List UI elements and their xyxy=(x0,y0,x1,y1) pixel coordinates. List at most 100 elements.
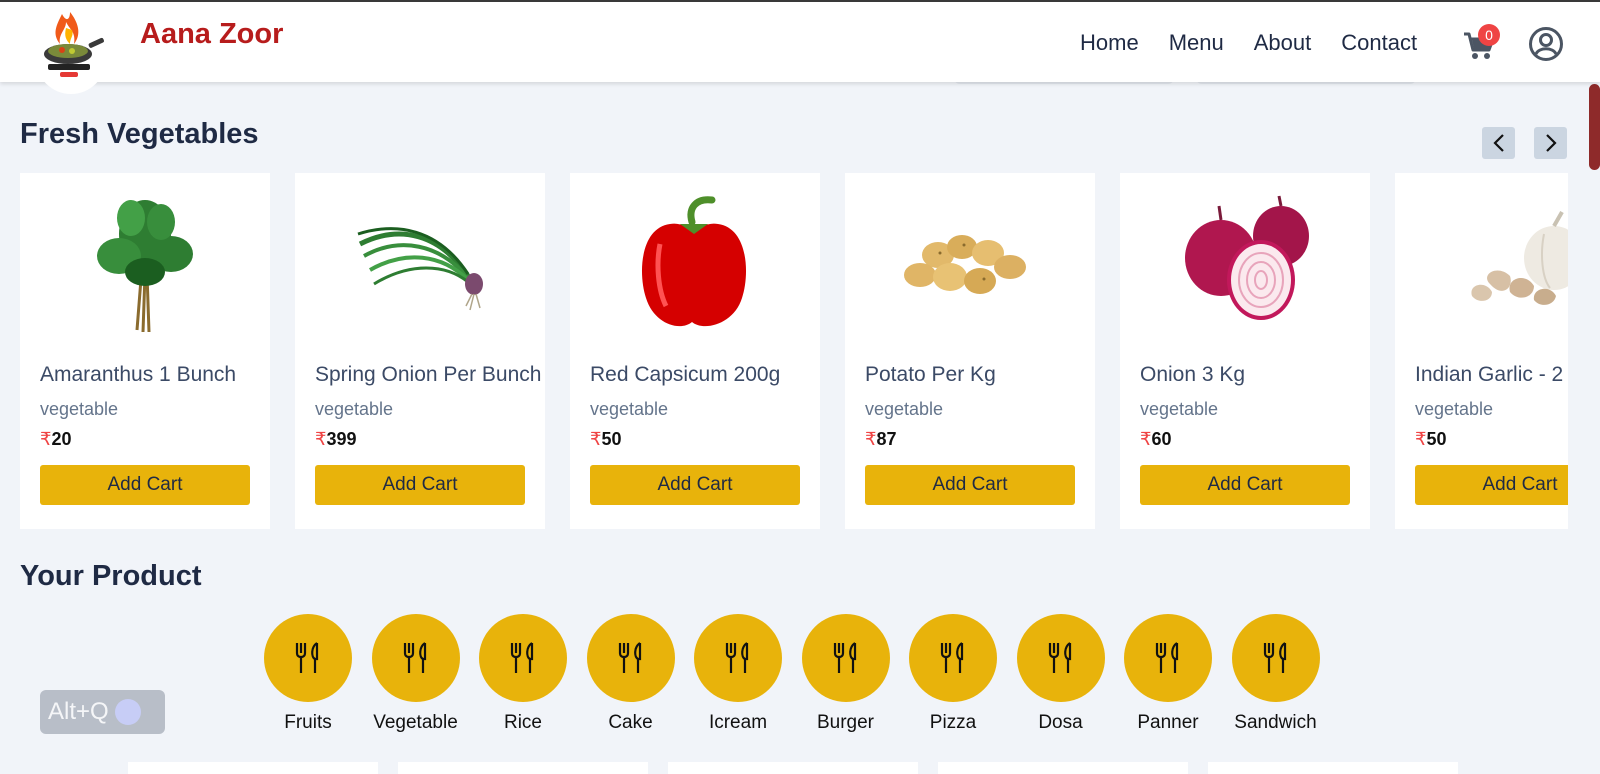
category-item[interactable]: Icream xyxy=(693,614,783,734)
add-cart-button[interactable]: Add Cart xyxy=(1140,465,1350,505)
category-circle[interactable] xyxy=(801,614,890,702)
price-value: 20 xyxy=(51,429,72,449)
category-circle[interactable] xyxy=(479,614,567,702)
product-name: Onion 3 Kg xyxy=(1140,363,1246,386)
user-icon xyxy=(1529,27,1563,61)
product-category: vegetable xyxy=(1415,399,1494,419)
fork-knife-icon xyxy=(1155,642,1179,673)
logo-icon xyxy=(44,12,104,77)
price-value: 60 xyxy=(1151,429,1172,449)
logo[interactable] xyxy=(36,4,106,94)
product-price: ₹60 xyxy=(1140,429,1171,450)
nav-contact[interactable]: Contact xyxy=(1341,30,1417,56)
product-price: ₹20 xyxy=(40,429,71,450)
category-circle[interactable] xyxy=(1231,614,1320,702)
scrollbar-thumb[interactable] xyxy=(1589,84,1600,170)
category-item[interactable]: Sandwich xyxy=(1231,614,1321,734)
product-card-partial xyxy=(1208,762,1458,774)
shortcut-hint[interactable]: Alt+Q xyxy=(40,690,165,734)
add-cart-button[interactable]: Add Cart xyxy=(865,465,1075,505)
currency-symbol: ₹ xyxy=(865,429,877,449)
category-circle[interactable] xyxy=(909,614,997,702)
category-label: Vegetable xyxy=(373,712,458,733)
product-card[interactable]: Spring Onion Per Bunch vegetable ₹399 Ad… xyxy=(295,173,545,529)
garlic-image xyxy=(1471,210,1568,305)
chevron-left-icon xyxy=(1492,134,1504,152)
fork-knife-icon xyxy=(403,642,426,673)
product-category: vegetable xyxy=(590,399,669,419)
category-item[interactable]: Vegetable xyxy=(371,614,461,734)
user-account-button[interactable] xyxy=(1528,26,1564,62)
fork-knife-icon xyxy=(510,642,534,673)
product-category: vegetable xyxy=(315,399,394,419)
product-image xyxy=(1120,191,1370,336)
fork-knife-icon xyxy=(833,642,856,673)
category-label: Rice xyxy=(503,712,542,733)
product-price: ₹50 xyxy=(1415,429,1446,450)
product-card-partial xyxy=(938,762,1188,774)
fork-knife-icon xyxy=(1048,642,1071,673)
scrollbar-track[interactable] xyxy=(1588,82,1600,774)
price-value: 50 xyxy=(1426,429,1447,449)
product-price: ₹50 xyxy=(590,429,621,450)
category-label: Icream xyxy=(708,712,768,733)
product-name: Amaranthus 1 Bunch xyxy=(40,363,237,386)
category-circle[interactable] xyxy=(1016,614,1105,702)
category-label: Pizza xyxy=(929,712,977,733)
carousel-next-button[interactable] xyxy=(1534,127,1567,159)
fork-knife-icon xyxy=(295,642,319,673)
category-circle[interactable] xyxy=(1124,614,1212,702)
vegetable-carousel: Amaranthus 1 Bunch vegetable ₹20 Add Car… xyxy=(20,173,1568,529)
product-category: vegetable xyxy=(865,399,944,419)
product-card[interactable]: Red Capsicum 200g vegetable ₹50 Add Cart xyxy=(570,173,820,529)
product-category: vegetable xyxy=(1140,399,1219,419)
nav-menu[interactable]: Menu xyxy=(1169,30,1224,56)
product-card[interactable]: Indian Garlic - 2 vegetable ₹50 Add Cart xyxy=(1395,173,1568,529)
category-label: Dosa xyxy=(1038,712,1083,733)
category-item[interactable]: Burger xyxy=(801,614,891,734)
category-circle[interactable] xyxy=(694,614,782,702)
product-image xyxy=(845,191,1095,336)
brand-name[interactable]: Aana Zoor xyxy=(140,18,283,51)
product-card[interactable]: Amaranthus 1 Bunch vegetable ₹20 Add Car… xyxy=(20,173,270,529)
category-item[interactable]: Fruits xyxy=(263,614,353,734)
category-label: Burger xyxy=(816,712,875,733)
product-image xyxy=(295,191,545,336)
add-cart-button[interactable]: Add Cart xyxy=(590,465,800,505)
add-cart-button[interactable]: Add Cart xyxy=(315,465,525,505)
header: Aana Zoor Home Menu About Contact 0 xyxy=(0,2,1600,94)
category-circle[interactable] xyxy=(371,614,460,702)
product-category: vegetable xyxy=(40,399,119,419)
add-cart-button[interactable]: Add Cart xyxy=(1415,465,1568,505)
product-name: Indian Garlic - 2 xyxy=(1415,363,1564,386)
add-cart-button[interactable]: Add Cart xyxy=(40,465,250,505)
product-price: ₹87 xyxy=(865,429,896,450)
product-price: ₹399 xyxy=(315,429,357,450)
fork-knife-icon xyxy=(618,642,641,673)
fork-knife-icon xyxy=(1263,642,1286,673)
product-card-partial xyxy=(128,762,378,774)
category-circle[interactable] xyxy=(264,614,352,702)
carousel-prev-button[interactable] xyxy=(1482,127,1515,159)
category-item[interactable]: Panner xyxy=(1123,614,1213,734)
product-card[interactable]: Potato Per Kg vegetable ₹87 Add Cart xyxy=(845,173,1095,529)
product-card[interactable]: Onion 3 Kg vegetable ₹60 Add Cart xyxy=(1120,173,1370,529)
category-item[interactable]: Pizza xyxy=(908,614,998,734)
price-value: 87 xyxy=(876,429,897,449)
currency-symbol: ₹ xyxy=(315,429,327,449)
product-name: Red Capsicum 200g xyxy=(590,363,781,386)
category-item[interactable]: Rice xyxy=(478,614,568,734)
fork-knife-icon xyxy=(940,642,964,673)
currency-symbol: ₹ xyxy=(40,429,52,449)
red-capsicum-image xyxy=(641,195,747,326)
category-label: Sandwich xyxy=(1234,712,1317,733)
nav-home[interactable]: Home xyxy=(1080,30,1139,56)
shortcut-label: Alt+Q xyxy=(48,698,109,725)
fork-knife-icon xyxy=(725,642,749,673)
category-item[interactable]: Dosa xyxy=(1016,614,1106,734)
main-nav: Home Menu About Contact xyxy=(1080,30,1417,56)
category-circle[interactable] xyxy=(586,614,675,702)
chevron-right-icon xyxy=(1545,134,1557,152)
category-item[interactable]: Cake xyxy=(586,614,676,734)
nav-about[interactable]: About xyxy=(1254,30,1312,56)
